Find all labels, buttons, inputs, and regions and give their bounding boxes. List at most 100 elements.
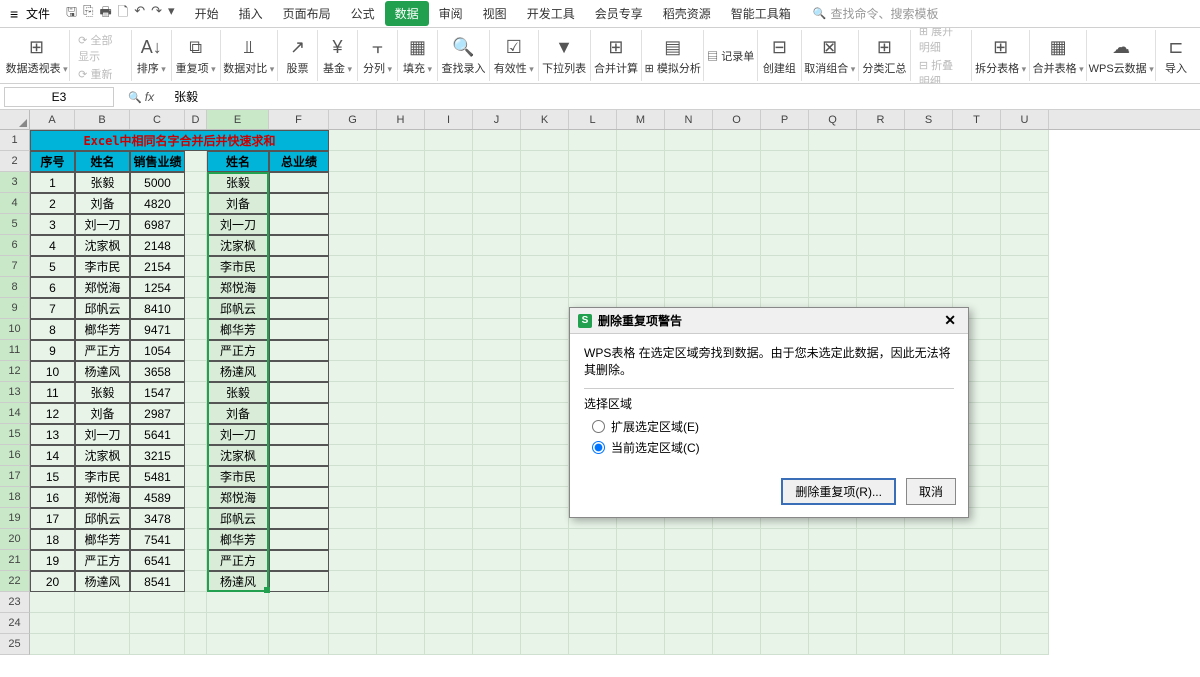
tab-开始[interactable]: 开始 — [185, 1, 229, 26]
cell-total[interactable] — [269, 571, 329, 592]
row-header-16[interactable]: 16 — [0, 445, 30, 466]
cell[interactable] — [617, 592, 665, 613]
cell[interactable] — [713, 529, 761, 550]
ribbon-group[interactable]: ▦填充 — [398, 30, 438, 81]
row-header-17[interactable]: 17 — [0, 466, 30, 487]
cell[interactable] — [329, 130, 377, 151]
cell-sales[interactable]: 7541 — [130, 529, 185, 550]
cell[interactable] — [665, 277, 713, 298]
cell-total[interactable] — [269, 466, 329, 487]
header-total[interactable]: 总业绩 — [269, 151, 329, 172]
cell[interactable] — [1001, 571, 1049, 592]
cell[interactable] — [329, 403, 377, 424]
cell[interactable] — [185, 235, 207, 256]
cell-sales[interactable]: 9471 — [130, 319, 185, 340]
cell[interactable] — [473, 487, 521, 508]
tab-视图[interactable]: 视图 — [473, 1, 517, 26]
cell[interactable] — [569, 529, 617, 550]
row-header-13[interactable]: 13 — [0, 382, 30, 403]
cell[interactable] — [521, 508, 569, 529]
row-header-10[interactable]: 10 — [0, 319, 30, 340]
cell[interactable] — [185, 298, 207, 319]
cell[interactable] — [809, 130, 857, 151]
cell-name[interactable]: 沈家枫 — [75, 235, 130, 256]
cell[interactable] — [185, 613, 207, 634]
cell[interactable] — [713, 130, 761, 151]
cell[interactable] — [377, 592, 425, 613]
col-header-E[interactable]: E — [207, 110, 269, 129]
cell[interactable] — [1001, 592, 1049, 613]
cell-seq[interactable]: 14 — [30, 445, 75, 466]
cell[interactable] — [761, 193, 809, 214]
cell-seq[interactable]: 3 — [30, 214, 75, 235]
cell-seq[interactable]: 6 — [30, 277, 75, 298]
cell[interactable] — [130, 613, 185, 634]
cell[interactable] — [473, 508, 521, 529]
cell[interactable] — [953, 130, 1001, 151]
row-header-5[interactable]: 5 — [0, 214, 30, 235]
tab-插入[interactable]: 插入 — [229, 1, 273, 26]
cell-seq[interactable]: 9 — [30, 340, 75, 361]
cell[interactable] — [377, 193, 425, 214]
cell[interactable] — [905, 130, 953, 151]
row-header-25[interactable]: 25 — [0, 634, 30, 655]
cell[interactable] — [857, 634, 905, 655]
col-header-N[interactable]: N — [665, 110, 713, 129]
cell[interactable] — [905, 634, 953, 655]
cell[interactable] — [713, 172, 761, 193]
cell[interactable] — [857, 235, 905, 256]
cell-name[interactable]: 刘备 — [75, 193, 130, 214]
cell-total[interactable] — [269, 193, 329, 214]
cell[interactable] — [185, 214, 207, 235]
cell[interactable] — [761, 529, 809, 550]
cell[interactable] — [377, 424, 425, 445]
cell[interactable] — [329, 340, 377, 361]
cell[interactable] — [809, 571, 857, 592]
cell[interactable] — [521, 382, 569, 403]
cell-sales[interactable]: 2148 — [130, 235, 185, 256]
cell-sales[interactable]: 1547 — [130, 382, 185, 403]
close-icon[interactable]: ✕ — [940, 312, 960, 329]
cell[interactable] — [425, 298, 473, 319]
tab-稻壳资源[interactable]: 稻壳资源 — [653, 1, 721, 26]
cell[interactable] — [377, 487, 425, 508]
cell[interactable] — [521, 361, 569, 382]
cell[interactable] — [377, 172, 425, 193]
tab-会员专享[interactable]: 会员专享 — [585, 1, 653, 26]
cell[interactable] — [1001, 613, 1049, 634]
cell-name2[interactable]: 刘一刀 — [207, 214, 269, 235]
cell[interactable] — [521, 172, 569, 193]
cell[interactable] — [905, 592, 953, 613]
ribbon-group[interactable]: ▤ 记录单 — [704, 30, 758, 81]
cell[interactable] — [665, 214, 713, 235]
cell-name2[interactable]: 邱帆云 — [207, 298, 269, 319]
cell-sales[interactable]: 3658 — [130, 361, 185, 382]
cell[interactable] — [713, 634, 761, 655]
cell[interactable] — [473, 466, 521, 487]
cell-sales[interactable]: 8541 — [130, 571, 185, 592]
cell[interactable] — [425, 592, 473, 613]
cell[interactable] — [425, 403, 473, 424]
cell[interactable] — [905, 193, 953, 214]
cell[interactable] — [569, 634, 617, 655]
cell[interactable] — [473, 571, 521, 592]
cell[interactable] — [761, 634, 809, 655]
select-all-corner[interactable] — [0, 110, 30, 129]
cell[interactable] — [473, 382, 521, 403]
cell-name[interactable]: 郑悦海 — [75, 487, 130, 508]
col-header-R[interactable]: R — [857, 110, 905, 129]
cell[interactable] — [569, 592, 617, 613]
cell[interactable] — [953, 172, 1001, 193]
cell[interactable] — [329, 592, 377, 613]
cell[interactable] — [1001, 466, 1049, 487]
col-header-A[interactable]: A — [30, 110, 75, 129]
cell-name2[interactable]: 张毅 — [207, 172, 269, 193]
ribbon-group[interactable]: ▦合并表格 — [1030, 30, 1087, 81]
row-header-7[interactable]: 7 — [0, 256, 30, 277]
cell-total[interactable] — [269, 172, 329, 193]
cell[interactable] — [185, 256, 207, 277]
cell-sales[interactable]: 4820 — [130, 193, 185, 214]
cell[interactable] — [425, 613, 473, 634]
cell-total[interactable] — [269, 508, 329, 529]
cell[interactable] — [425, 214, 473, 235]
